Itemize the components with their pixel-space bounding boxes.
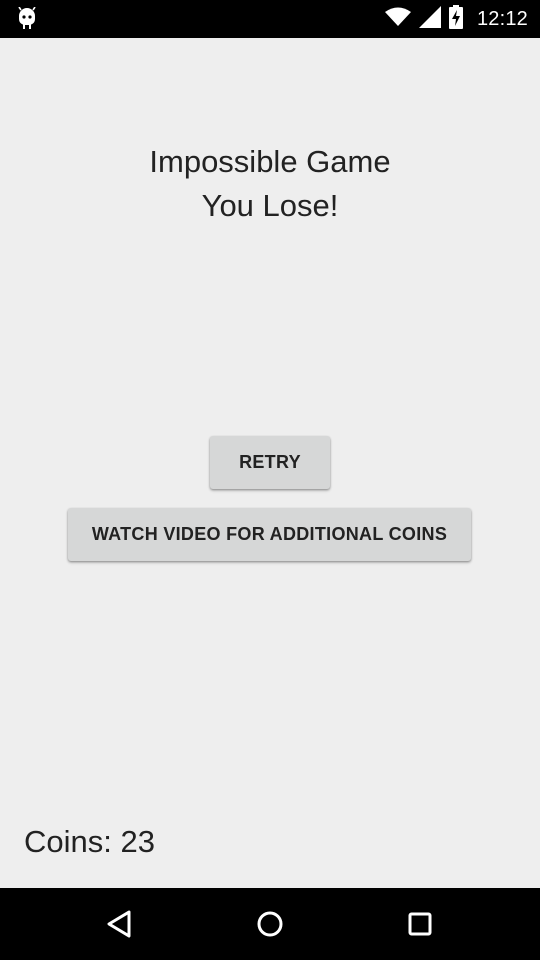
battery-charging-icon (448, 4, 463, 34)
result-message: You Lose! (201, 188, 339, 223)
back-icon[interactable] (102, 906, 138, 942)
game-over-screen: Impossible Game You Lose! RETRY WATCH VI… (0, 38, 540, 888)
coins-counter: Coins: 23 (24, 824, 155, 859)
navigation-bar (0, 888, 540, 960)
page-title: Impossible Game You Lose! (0, 140, 540, 228)
home-icon[interactable] (252, 906, 288, 942)
wifi-icon (384, 7, 411, 32)
status-time: 12:12 (476, 7, 528, 30)
retry-button[interactable]: RETRY (210, 436, 330, 489)
status-bar: 12:12 (0, 0, 540, 38)
android-debug-icon (16, 6, 38, 31)
watch-video-button[interactable]: WATCH VIDEO FOR ADDITIONAL COINS (68, 508, 471, 561)
recent-apps-icon[interactable] (402, 906, 438, 942)
signal-icon (418, 5, 441, 33)
game-title: Impossible Game (149, 144, 391, 179)
